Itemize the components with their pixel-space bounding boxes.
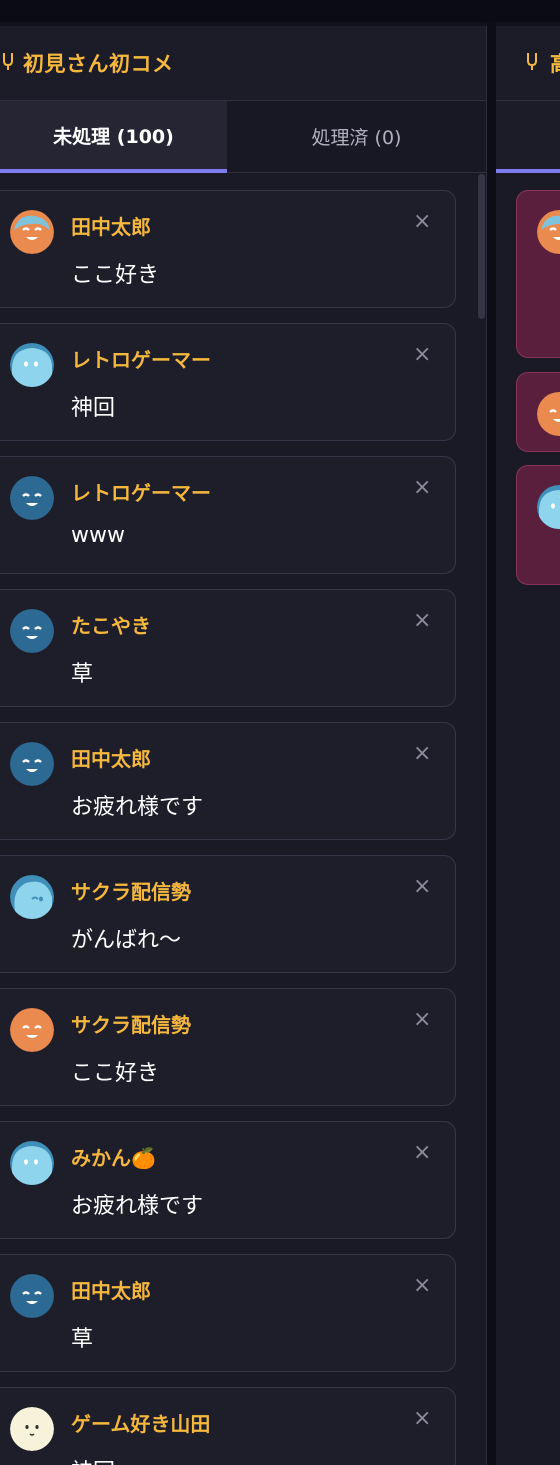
panel-title: 高 [550, 48, 560, 78]
comment-card[interactable]: たこやき 草 × [0, 589, 456, 707]
close-icon[interactable]: × [413, 741, 431, 766]
comment-card[interactable]: サクラ配信勢 がんばれ〜 × [0, 855, 456, 973]
comment-text: がんばれ〜 [71, 928, 182, 953]
comment-card[interactable]: サクラ配信勢 ここ好き × [0, 988, 456, 1106]
close-icon[interactable]: × [413, 1007, 431, 1032]
avatar [10, 1274, 54, 1318]
username: レトロゲーマー [71, 348, 211, 372]
highlight-card[interactable] [516, 465, 560, 585]
panel-header: 高 [496, 26, 560, 101]
username: みかん🍊 [71, 1146, 156, 1170]
highlight-card[interactable] [516, 190, 560, 358]
avatar [10, 1141, 54, 1185]
comment-text: www [71, 523, 125, 548]
mic-icon [0, 51, 14, 76]
scrollbar-thumb[interactable] [478, 174, 485, 319]
panel-divider[interactable] [487, 22, 496, 1465]
comment-text: お疲れ様です [71, 1194, 204, 1219]
window-top-bar [0, 0, 560, 22]
avatar [10, 875, 54, 919]
username: たこやき [71, 614, 151, 638]
close-icon[interactable]: × [413, 874, 431, 899]
avatar [10, 343, 54, 387]
avatar [10, 1008, 54, 1052]
comment-text: 草 [71, 662, 94, 687]
first-comment-panel: 初見さん初コメ 未処理 (100) 処理済 (0) 田中太郎 ここ好き × レト… [0, 26, 487, 1465]
comment-card[interactable]: 田中太郎 お疲れ様です × [0, 722, 456, 840]
close-icon[interactable]: × [413, 1140, 431, 1165]
avatar [10, 210, 54, 254]
comment-card[interactable]: レトロゲーマー 神回 × [0, 323, 456, 441]
tab-unprocessed[interactable]: 未処理 (100) [0, 101, 227, 173]
close-icon[interactable]: × [413, 475, 431, 500]
comment-text: 草 [71, 1327, 94, 1352]
comment-card[interactable]: みかん🍊 お疲れ様です × [0, 1121, 456, 1239]
username: 田中太郎 [71, 1279, 151, 1303]
tab-bar: 未処理 (100) 処理済 (0) [0, 101, 486, 173]
comment-card[interactable]: レトロゲーマー www × [0, 456, 456, 574]
username: レトロゲーマー [71, 481, 211, 505]
highlight-card[interactable] [516, 372, 560, 452]
panel-header: 初見さん初コメ [0, 26, 486, 101]
avatar [537, 485, 560, 529]
username: サクラ配信勢 [71, 1013, 191, 1037]
avatar [537, 210, 560, 254]
comment-card[interactable]: ゲーム好き山田 神回 × [0, 1387, 456, 1465]
username: ゲーム好き山田 [71, 1412, 211, 1436]
avatar [10, 476, 54, 520]
avatar [10, 1407, 54, 1451]
avatar [537, 392, 560, 436]
comment-text: 神回 [71, 396, 116, 421]
username: 田中太郎 [71, 747, 151, 771]
close-icon[interactable]: × [413, 1273, 431, 1298]
username: サクラ配信勢 [71, 880, 191, 904]
comment-card[interactable]: 田中太郎 ここ好き × [0, 190, 456, 308]
mic-icon [526, 51, 538, 76]
comment-text: お疲れ様です [71, 795, 204, 820]
second-panel: 高 [496, 26, 560, 1465]
close-icon[interactable]: × [413, 1406, 431, 1431]
comment-card[interactable]: 田中太郎 草 × [0, 1254, 456, 1372]
comment-text: 神回 [71, 1454, 115, 1465]
comment-text: ここ好き [71, 1061, 160, 1086]
tab-bar[interactable] [496, 101, 560, 173]
close-icon[interactable]: × [413, 608, 431, 633]
tab-processed[interactable]: 処理済 (0) [227, 101, 486, 173]
avatar [10, 742, 54, 786]
comment-text: ここ好き [71, 263, 160, 288]
avatar [10, 609, 54, 653]
close-icon[interactable]: × [413, 209, 431, 234]
panel-title: 初見さん初コメ [23, 52, 174, 76]
username: 田中太郎 [71, 215, 151, 239]
close-icon[interactable]: × [413, 342, 431, 367]
